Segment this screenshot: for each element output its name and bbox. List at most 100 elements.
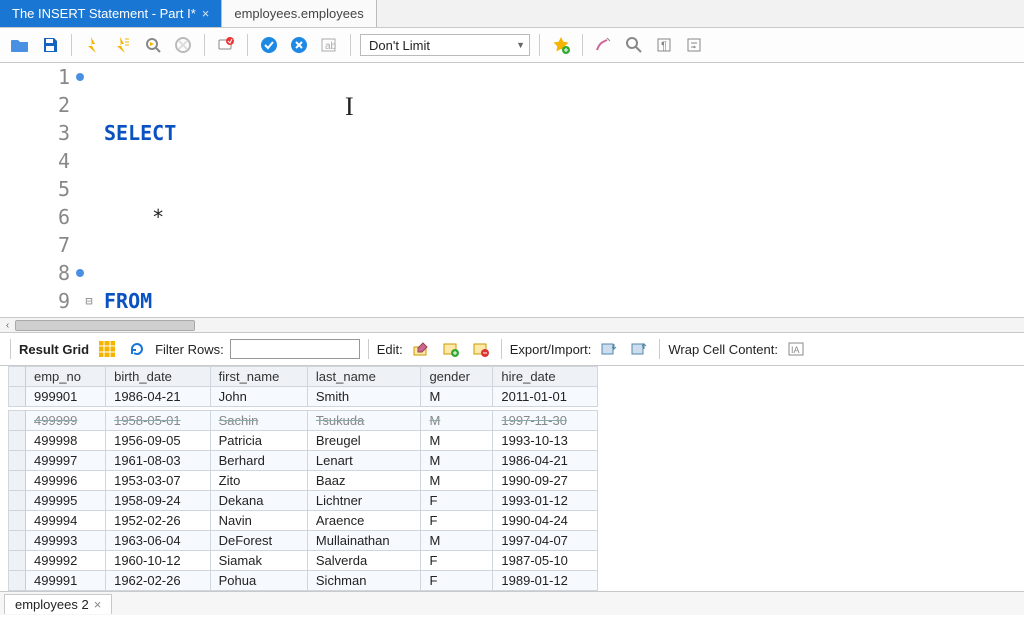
cell-gender[interactable]: M bbox=[421, 411, 493, 431]
cell-last-name[interactable]: Salverda bbox=[307, 551, 421, 571]
cell-emp-no[interactable]: 499994 bbox=[26, 511, 106, 531]
scroll-left-icon[interactable]: ‹ bbox=[0, 320, 15, 331]
cell-last-name[interactable]: Baaz bbox=[307, 471, 421, 491]
save-icon[interactable] bbox=[38, 33, 62, 57]
tab-employees-employees[interactable]: employees.employees bbox=[222, 0, 376, 27]
cell-first-name[interactable]: Siamak bbox=[210, 551, 307, 571]
col-hire-date[interactable]: hire_date bbox=[493, 367, 598, 387]
close-icon[interactable]: × bbox=[94, 597, 102, 612]
execute-current-icon[interactable] bbox=[111, 33, 135, 57]
execute-icon[interactable] bbox=[81, 33, 105, 57]
cell-hire-date[interactable]: 1987-05-10 bbox=[493, 551, 598, 571]
cell-birth-date[interactable]: 1952-02-26 bbox=[106, 511, 211, 531]
cell-birth-date[interactable]: 1960-10-12 bbox=[106, 551, 211, 571]
table-row[interactable]: 4999911962-02-26PohuaSichmanF1989-01-12 bbox=[9, 571, 598, 591]
cell-gender[interactable]: M bbox=[421, 451, 493, 471]
commit-icon[interactable] bbox=[257, 33, 281, 57]
beautify-icon[interactable] bbox=[592, 33, 616, 57]
cell-gender[interactable]: M bbox=[421, 471, 493, 491]
cell-hire-date[interactable]: 1986-04-21 bbox=[493, 451, 598, 471]
cell-gender[interactable]: F bbox=[421, 551, 493, 571]
row-marker[interactable] bbox=[9, 451, 26, 471]
table-row[interactable]: 4999961953-03-07ZitoBaazM1990-09-27 bbox=[9, 471, 598, 491]
close-icon[interactable]: × bbox=[202, 6, 210, 21]
toggle-invisibles-icon[interactable]: ¶ bbox=[652, 33, 676, 57]
cell-gender[interactable]: F bbox=[421, 491, 493, 511]
result-tab-employees-2[interactable]: employees 2 × bbox=[4, 594, 112, 614]
toggle-whitespace-icon[interactable]: ab bbox=[317, 33, 341, 57]
cell-last-name[interactable]: Smith bbox=[307, 387, 421, 407]
tab-insert-statement[interactable]: The INSERT Statement - Part I* × bbox=[0, 0, 222, 27]
edit-row-icon[interactable] bbox=[409, 337, 433, 361]
wrap-icon[interactable] bbox=[682, 33, 706, 57]
table-row[interactable]: 4999991958-05-01SachinTsukudaM1997-11-30 bbox=[9, 411, 598, 431]
row-marker[interactable] bbox=[9, 571, 26, 591]
add-row-icon[interactable] bbox=[439, 337, 463, 361]
fold-toggle-icon[interactable]: ⊟ bbox=[78, 287, 100, 315]
cell-first-name[interactable]: John bbox=[210, 387, 307, 407]
cell-gender[interactable]: F bbox=[421, 511, 493, 531]
code-area[interactable]: SELECT * FROM employees ORDER BY emp_no … bbox=[100, 63, 1024, 317]
cell-birth-date[interactable]: 1986-04-21 bbox=[106, 387, 211, 407]
row-marker[interactable] bbox=[9, 511, 26, 531]
cell-hire-date[interactable]: 1997-04-07 bbox=[493, 531, 598, 551]
explain-icon[interactable] bbox=[141, 33, 165, 57]
cell-birth-date[interactable]: 1963-06-04 bbox=[106, 531, 211, 551]
cell-emp-no[interactable]: 499993 bbox=[26, 531, 106, 551]
find-icon[interactable] bbox=[622, 33, 646, 57]
cell-last-name[interactable]: Mullainathan bbox=[307, 531, 421, 551]
col-last-name[interactable]: last_name bbox=[307, 367, 421, 387]
cell-first-name[interactable]: Pohua bbox=[210, 571, 307, 591]
table-row[interactable]: 4999931963-06-04DeForestMullainathanM199… bbox=[9, 531, 598, 551]
cell-hire-date[interactable]: 1990-09-27 bbox=[493, 471, 598, 491]
cell-last-name[interactable]: Araence bbox=[307, 511, 421, 531]
cell-hire-date[interactable]: 1997-11-30 bbox=[493, 411, 598, 431]
row-marker[interactable] bbox=[9, 411, 26, 431]
cell-first-name[interactable]: DeForest bbox=[210, 531, 307, 551]
cell-gender[interactable]: M bbox=[421, 431, 493, 451]
row-marker[interactable] bbox=[9, 471, 26, 491]
cell-emp-no[interactable]: 499998 bbox=[26, 431, 106, 451]
stop-icon[interactable] bbox=[171, 33, 195, 57]
cell-emp-no[interactable]: 499991 bbox=[26, 571, 106, 591]
import-icon[interactable] bbox=[627, 337, 651, 361]
cell-gender[interactable]: M bbox=[421, 387, 493, 407]
favorite-icon[interactable] bbox=[549, 33, 573, 57]
table-row[interactable]: 4999951958-09-24DekanaLichtnerF1993-01-1… bbox=[9, 491, 598, 511]
delete-row-icon[interactable] bbox=[469, 337, 493, 361]
cell-last-name[interactable]: Sichman bbox=[307, 571, 421, 591]
table-row[interactable]: 4999921960-10-12SiamakSalverdaF1987-05-1… bbox=[9, 551, 598, 571]
col-first-name[interactable]: first_name bbox=[210, 367, 307, 387]
col-birth-date[interactable]: birth_date bbox=[106, 367, 211, 387]
cell-emp-no[interactable]: 499992 bbox=[26, 551, 106, 571]
wrap-cell-icon[interactable]: IA bbox=[784, 337, 808, 361]
cell-hire-date[interactable]: 1993-10-13 bbox=[493, 431, 598, 451]
toggle-autocommit-icon[interactable] bbox=[214, 33, 238, 57]
rollback-icon[interactable] bbox=[287, 33, 311, 57]
row-marker[interactable] bbox=[9, 387, 26, 407]
result-grid[interactable]: emp_no birth_date first_name last_name g… bbox=[8, 366, 598, 591]
cell-hire-date[interactable]: 2011-01-01 bbox=[493, 387, 598, 407]
cell-emp-no[interactable]: 999901 bbox=[26, 387, 106, 407]
cell-gender[interactable]: F bbox=[421, 571, 493, 591]
cell-birth-date[interactable]: 1962-02-26 bbox=[106, 571, 211, 591]
cell-first-name[interactable]: Zito bbox=[210, 471, 307, 491]
cell-birth-date[interactable]: 1953-03-07 bbox=[106, 471, 211, 491]
cell-gender[interactable]: M bbox=[421, 531, 493, 551]
cell-first-name[interactable]: Patricia bbox=[210, 431, 307, 451]
cell-birth-date[interactable]: 1958-05-01 bbox=[106, 411, 211, 431]
cell-hire-date[interactable]: 1990-04-24 bbox=[493, 511, 598, 531]
cell-birth-date[interactable]: 1958-09-24 bbox=[106, 491, 211, 511]
scroll-thumb[interactable] bbox=[15, 320, 195, 331]
cell-first-name[interactable]: Navin bbox=[210, 511, 307, 531]
cell-last-name[interactable]: Tsukuda bbox=[307, 411, 421, 431]
cell-last-name[interactable]: Lenart bbox=[307, 451, 421, 471]
table-row[interactable]: 4999941952-02-26NavinAraenceF1990-04-24 bbox=[9, 511, 598, 531]
row-marker[interactable] bbox=[9, 431, 26, 451]
table-row[interactable]: 4999971961-08-03BerhardLenartM1986-04-21 bbox=[9, 451, 598, 471]
export-icon[interactable] bbox=[597, 337, 621, 361]
table-row[interactable]: 4999981956-09-05PatriciaBreugelM1993-10-… bbox=[9, 431, 598, 451]
filter-rows-input[interactable] bbox=[230, 339, 360, 359]
row-marker[interactable] bbox=[9, 551, 26, 571]
cell-first-name[interactable]: Dekana bbox=[210, 491, 307, 511]
